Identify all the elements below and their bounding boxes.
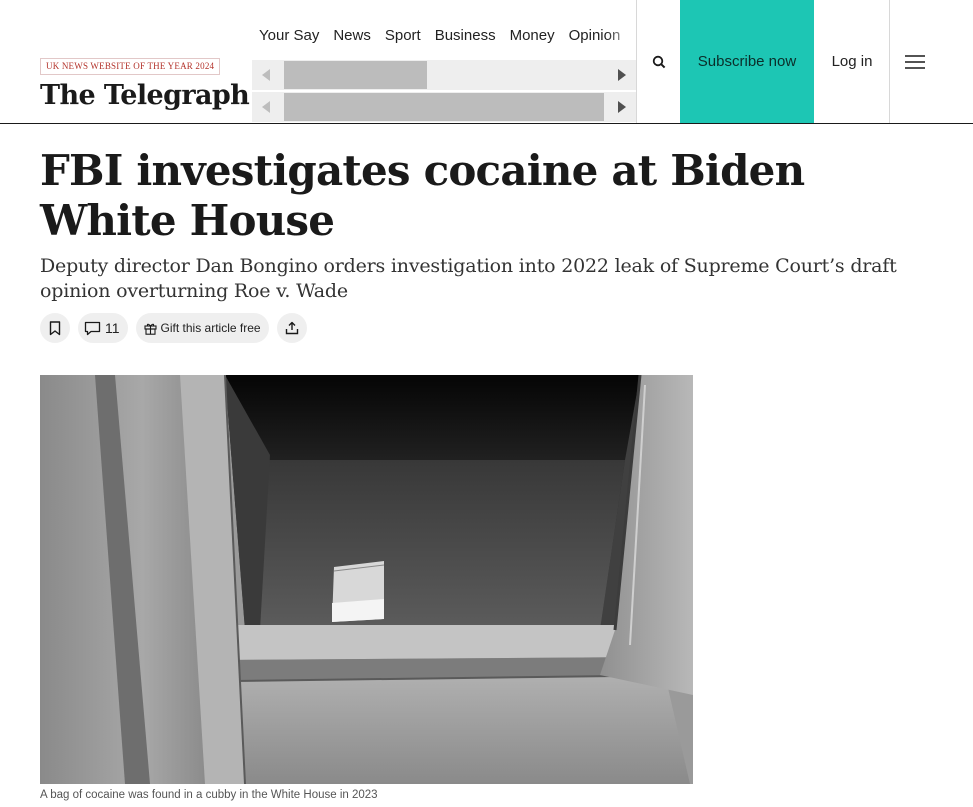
search-icon bbox=[652, 55, 665, 68]
gift-label: Gift this article free bbox=[160, 321, 261, 335]
bookmark-button[interactable] bbox=[40, 313, 70, 343]
search-button[interactable] bbox=[637, 0, 680, 123]
nav-item-sport[interactable]: Sport bbox=[385, 25, 421, 47]
subscribe-button[interactable]: Subscribe now bbox=[680, 0, 814, 123]
comments-button[interactable]: 11 bbox=[78, 313, 128, 343]
share-button[interactable] bbox=[276, 313, 307, 343]
comment-count: 11 bbox=[105, 320, 120, 336]
article-headline: FBI investigates cocaine at Biden White … bbox=[40, 146, 805, 245]
hamburger-menu-icon bbox=[905, 54, 925, 69]
scroll-left-arrow-icon[interactable] bbox=[262, 69, 270, 81]
site-header: UK NEWS WEBSITE OF THE YEAR 2024 The Tel… bbox=[0, 0, 973, 124]
scroll-right-arrow-icon[interactable] bbox=[618, 101, 626, 113]
section-nav: Your Say News Sport Business Money Opinion bbox=[252, 25, 636, 47]
photo-caption: A bag of cocaine was found in a cubby in… bbox=[40, 789, 378, 801]
comment-icon bbox=[84, 321, 101, 335]
scrollbar-thumb[interactable] bbox=[284, 61, 427, 89]
scrollbar-thumb[interactable] bbox=[284, 93, 604, 121]
menu-button[interactable] bbox=[890, 0, 940, 123]
telegraph-logo[interactable]: The Telegraph bbox=[40, 80, 250, 111]
gift-article-button[interactable]: Gift this article free bbox=[135, 313, 269, 343]
article-photo bbox=[40, 375, 693, 784]
article-actions: 11 Gift this article free bbox=[40, 313, 307, 343]
cocaine-locker-image bbox=[40, 375, 693, 784]
share-icon bbox=[285, 321, 298, 335]
bookmark-icon bbox=[49, 320, 61, 335]
nav-item-news[interactable]: News bbox=[333, 25, 371, 47]
nav-item-your-say[interactable]: Your Say bbox=[259, 25, 319, 47]
gift-icon bbox=[143, 323, 157, 335]
scroll-right-arrow-icon[interactable] bbox=[618, 69, 626, 81]
nav-scrollbar-top[interactable] bbox=[252, 60, 636, 90]
scroll-left-arrow-icon[interactable] bbox=[262, 101, 270, 113]
award-badge: UK NEWS WEBSITE OF THE YEAR 2024 bbox=[40, 58, 221, 75]
nav-scrollbar-bottom[interactable] bbox=[252, 92, 636, 122]
article-standfirst: Deputy director Dan Bongino orders inves… bbox=[40, 255, 897, 302]
nav-item-business[interactable]: Business bbox=[435, 25, 496, 47]
login-button[interactable]: Log in bbox=[814, 0, 890, 123]
nav-item-money[interactable]: Money bbox=[510, 25, 555, 47]
nav-fade-overlay bbox=[606, 25, 636, 47]
